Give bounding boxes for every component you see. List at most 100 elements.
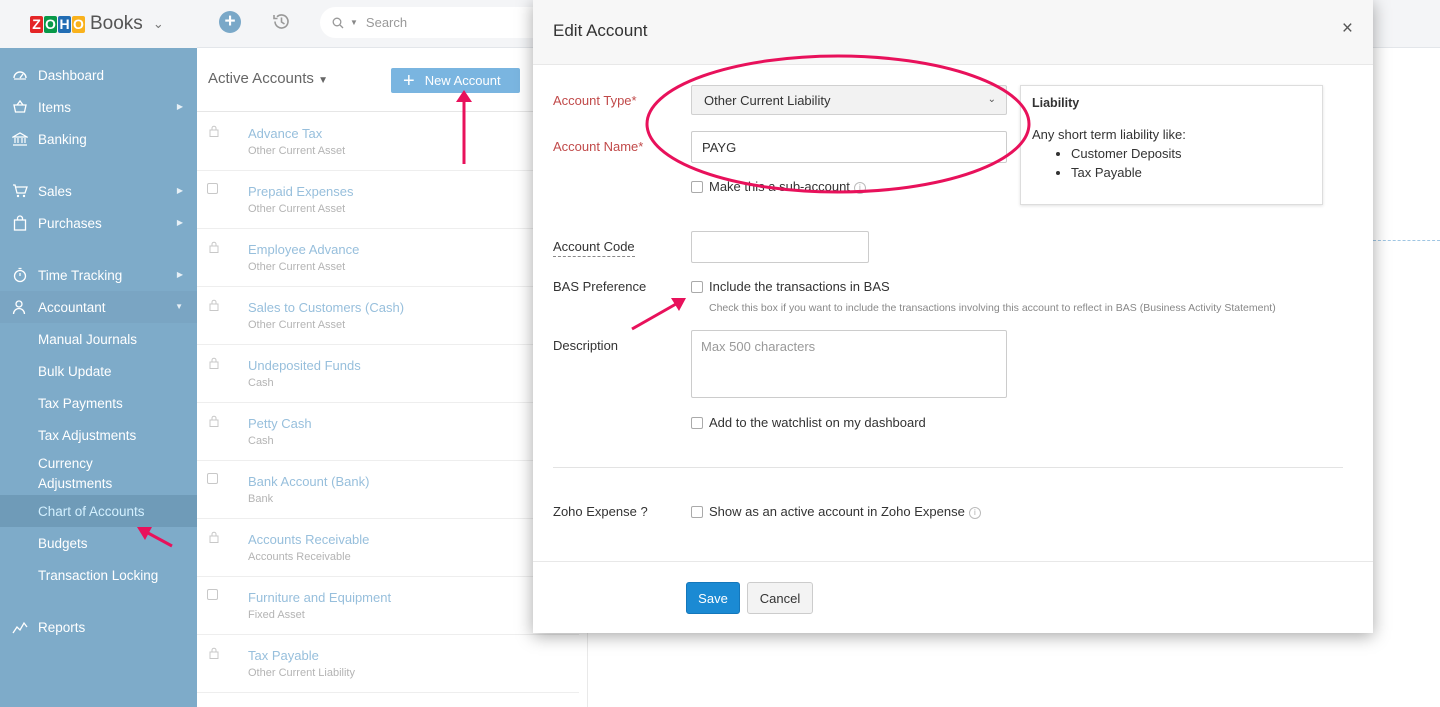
list-item[interactable]: Furniture and Equipment Fixed Asset <box>197 577 579 635</box>
sidebar-item-purchases[interactable]: Purchases ▶ <box>0 207 197 239</box>
list-item[interactable]: Tax Payable Other Current Liability <box>197 635 579 693</box>
sub-account-label: Make this a sub-account <box>709 179 850 194</box>
sidebar-item-chart-of-accounts[interactable]: Chart of Accounts <box>0 495 197 527</box>
sidebar-item-label: Budgets <box>38 535 88 551</box>
sidebar-item-label: Bulk Update <box>38 363 112 379</box>
product-name: Books <box>90 13 143 34</box>
sidebar-item-manual-journals[interactable]: Manual Journals <box>0 323 197 355</box>
watchlist-checkbox[interactable] <box>691 417 703 429</box>
list-item[interactable]: Sales to Customers (Cash) Other Current … <box>197 287 579 345</box>
info-icon[interactable]: i <box>853 181 866 194</box>
sidebar: Z O H O Books ⌄ Dashboard Items ▶ Bankin… <box>0 0 197 707</box>
section-divider <box>553 467 1343 468</box>
account-type-select[interactable]: Other Current Liability ⌄ <box>691 85 1007 115</box>
lock-icon <box>209 241 219 253</box>
account-name-field[interactable]: PAYG <box>691 131 1007 163</box>
sidebar-item-reports[interactable]: Reports <box>0 611 197 643</box>
description-label: Description <box>553 338 619 353</box>
account-name-link[interactable]: Undeposited Funds <box>248 358 361 373</box>
history-icon[interactable] <box>271 11 292 32</box>
search-input[interactable]: Search <box>366 15 407 30</box>
plus-icon: + <box>403 69 415 92</box>
caret-down-icon[interactable]: ▼ <box>350 18 358 27</box>
zoho-logo: Z O H O <box>30 15 85 33</box>
zoho-expense-option[interactable]: Show as an active account in Zoho Expens… <box>709 504 981 519</box>
sidebar-item-tax-payments[interactable]: Tax Payments <box>0 387 197 419</box>
account-name-link[interactable]: Petty Cash <box>248 416 312 431</box>
logo-letter: O <box>72 15 85 33</box>
list-item[interactable]: Petty Cash Cash <box>197 403 579 461</box>
sidebar-item-label: Dashboard <box>38 67 105 83</box>
caret-down-icon: ▼ <box>175 302 183 311</box>
close-icon[interactable]: × <box>1342 18 1353 40</box>
cancel-button[interactable]: Cancel <box>747 582 813 614</box>
quick-create-button[interactable]: + <box>219 11 241 33</box>
list-item[interactable]: Advance Tax Other Current Asset <box>197 113 579 171</box>
sidebar-item-time-tracking[interactable]: Time Tracking ▶ <box>0 259 197 291</box>
sidebar-item-sales[interactable]: Sales ▶ <box>0 175 197 207</box>
row-checkbox[interactable] <box>207 183 218 194</box>
sub-account-checkbox[interactable] <box>691 181 703 193</box>
info-icon[interactable]: i <box>968 506 981 519</box>
sidebar-item-label: Currency Adjustments <box>38 454 112 494</box>
sidebar-item-currency-adjustments[interactable]: Currency Adjustments <box>0 451 197 491</box>
zoho-expense-checkbox[interactable] <box>691 506 703 518</box>
bag-icon <box>13 215 27 231</box>
caret-right-icon: ▶ <box>176 270 183 279</box>
list-view-selector[interactable]: Active Accounts ▼ <box>208 70 328 87</box>
sidebar-item-banking[interactable]: Banking <box>0 123 197 155</box>
sidebar-item-label: Sales <box>38 183 72 199</box>
logo-letter: O <box>44 15 57 33</box>
lock-icon <box>209 299 219 311</box>
stopwatch-icon <box>13 267 27 283</box>
sidebar-item-bulk-update[interactable]: Bulk Update <box>0 355 197 387</box>
bas-checkbox-label[interactable]: Include the transactions in BAS <box>709 279 890 294</box>
save-button[interactable]: Save <box>686 582 740 614</box>
account-name-link[interactable]: Sales to Customers (Cash) <box>248 300 404 315</box>
description-field[interactable]: Max 500 characters <box>691 330 1007 398</box>
account-name-link[interactable]: Employee Advance <box>248 242 359 257</box>
account-type: Cash <box>248 435 274 447</box>
accounts-list: Advance Tax Other Current Asset Prepaid … <box>197 113 579 693</box>
list-item[interactable]: Prepaid Expenses Other Current Asset <box>197 171 579 229</box>
account-code-field[interactable] <box>691 231 869 263</box>
list-item[interactable]: Undeposited Funds Cash <box>197 345 579 403</box>
sidebar-item-transaction-locking[interactable]: Transaction Locking <box>0 559 197 591</box>
list-title: Active Accounts <box>208 70 314 87</box>
brand-switcher[interactable]: Z O H O Books ⌄ <box>0 0 197 48</box>
chevron-down-icon[interactable]: ⌄ <box>153 16 164 32</box>
basket-icon <box>13 99 27 113</box>
sidebar-item-label: Chart of Accounts <box>38 503 145 519</box>
row-checkbox[interactable] <box>207 589 218 600</box>
dashboard-icon <box>13 71 27 80</box>
cart-icon <box>13 184 28 198</box>
bas-checkbox[interactable] <box>691 281 703 293</box>
account-type: Fixed Asset <box>248 609 305 621</box>
info-text: Any short term liability like: <box>1032 127 1186 142</box>
account-type-value: Other Current Liability <box>704 92 831 108</box>
list-item[interactable]: Accounts Receivable Accounts Receivable <box>197 519 579 577</box>
sidebar-item-label: Purchases <box>38 215 102 231</box>
row-checkbox[interactable] <box>207 473 218 484</box>
list-item[interactable]: Employee Advance Other Current Asset <box>197 229 579 287</box>
account-name-link[interactable]: Accounts Receivable <box>248 532 369 547</box>
sidebar-item-items[interactable]: Items ▶ <box>0 91 197 123</box>
zoho-expense-checkbox-label: Show as an active account in Zoho Expens… <box>709 504 965 519</box>
account-name-link[interactable]: Furniture and Equipment <box>248 590 391 605</box>
watchlist-label[interactable]: Add to the watchlist on my dashboard <box>709 415 926 430</box>
sidebar-item-accountant[interactable]: Accountant ▼ <box>0 291 197 323</box>
list-item[interactable]: Bank Account (Bank) Bank <box>197 461 579 519</box>
new-account-button[interactable]: + New Account <box>391 68 520 93</box>
sidebar-item-dashboard[interactable]: Dashboard <box>0 59 197 91</box>
sub-account-option[interactable]: Make this a sub-account i <box>709 179 866 194</box>
account-name-link[interactable]: Prepaid Expenses <box>248 184 354 199</box>
sidebar-item-label: Transaction Locking <box>38 567 159 583</box>
search-bar[interactable]: ▼ Search <box>320 7 560 38</box>
account-name-link[interactable]: Tax Payable <box>248 648 319 663</box>
sidebar-item-budgets[interactable]: Budgets <box>0 527 197 559</box>
caret-right-icon: ▶ <box>176 102 183 111</box>
account-name-link[interactable]: Bank Account (Bank) <box>248 474 369 489</box>
sidebar-item-tax-adjustments[interactable]: Tax Adjustments <box>0 419 197 451</box>
account-name-link[interactable]: Advance Tax <box>248 126 322 141</box>
